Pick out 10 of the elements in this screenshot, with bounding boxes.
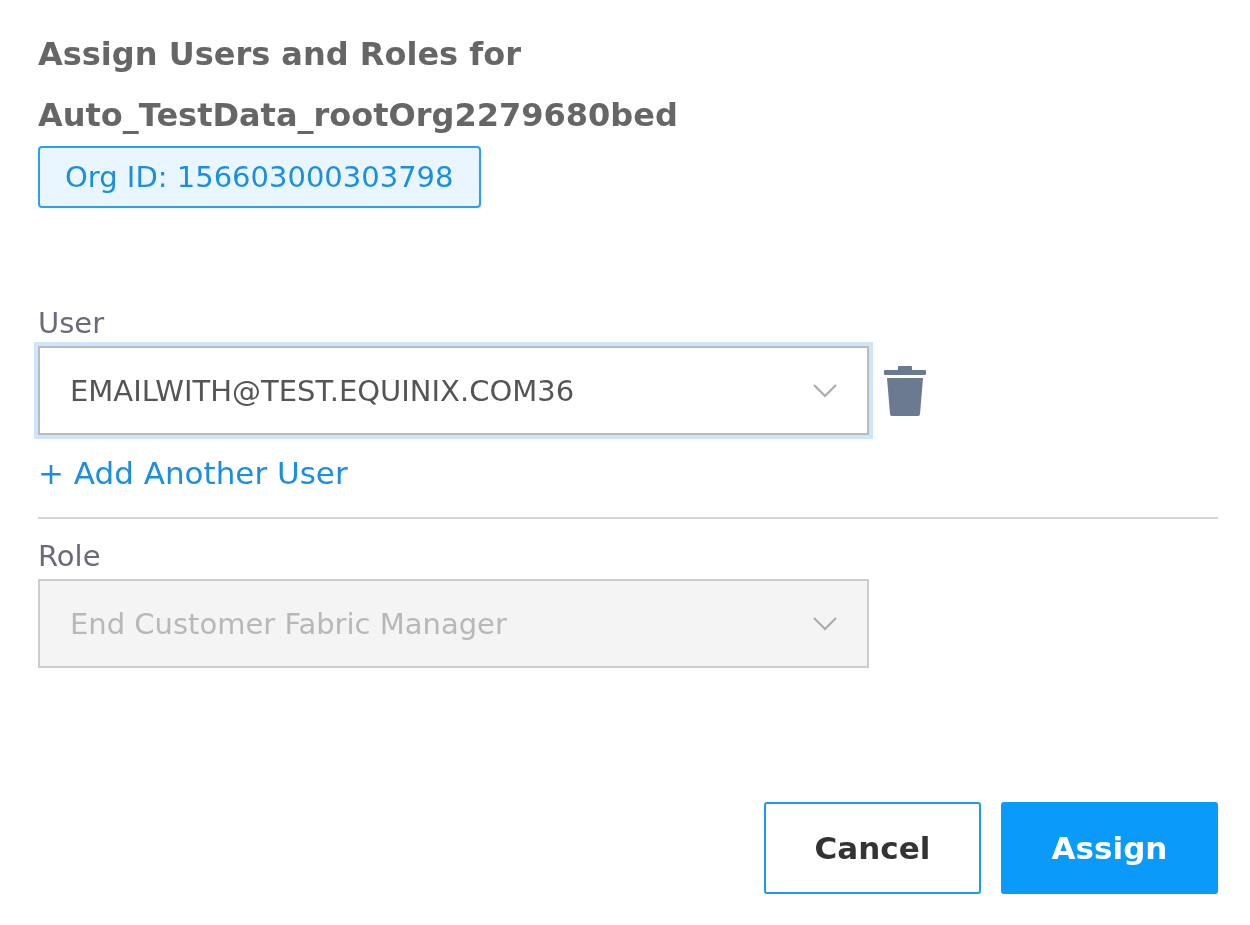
- field-label: User: [38, 306, 106, 340]
- chevron-down-icon: [813, 383, 837, 398]
- assign-button[interactable]: Assign: [1001, 802, 1218, 894]
- org-id-badge: Org ID: 156603000303798: [38, 146, 481, 208]
- cancel-button[interactable]: Cancel: [764, 802, 981, 894]
- field-label: Role: [38, 539, 102, 573]
- trash-icon[interactable]: [883, 365, 927, 416]
- dialog-title: Assign Users and Roles for Auto_TestData_rootOrg2279680bed: [38, 34, 679, 136]
- add-user-link[interactable]: + Add Another User: [38, 455, 348, 491]
- chevron-down-icon: [813, 616, 837, 631]
